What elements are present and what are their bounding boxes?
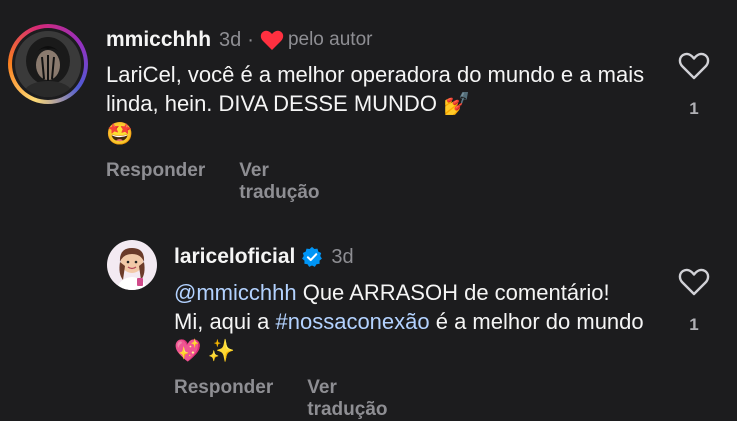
comment-header: mmicchhh 3d · pelo autor xyxy=(106,28,372,52)
username[interactable]: lariceloficial xyxy=(174,245,295,269)
sparkles-emoji: ✨ xyxy=(207,339,235,364)
nail-polish-emoji: 💅 xyxy=(443,92,471,117)
reply-button[interactable]: Responder xyxy=(106,160,205,204)
heart-outline-icon[interactable] xyxy=(678,268,710,301)
comment-text-content: LariCel, você é a melhor operadora do mu… xyxy=(106,62,645,116)
like-count: 1 xyxy=(689,99,699,118)
hashtag-link[interactable]: #nossaconexão xyxy=(276,309,430,334)
translate-button[interactable]: Ver tradução xyxy=(239,160,319,204)
like-column: 1 xyxy=(674,52,714,119)
sparkling-heart-emoji: 💖 xyxy=(174,339,202,364)
heart-filled-icon xyxy=(260,29,284,51)
like-column: 1 xyxy=(674,268,714,335)
avatar-story-ring[interactable] xyxy=(8,24,88,104)
reply-button[interactable]: Responder xyxy=(174,377,273,421)
avatar[interactable] xyxy=(107,240,157,290)
star-struck-emoji: 🤩 xyxy=(106,122,134,147)
separator: · xyxy=(247,28,254,51)
mention-link[interactable]: @mmicchhh xyxy=(174,280,297,305)
comment-text: @mmicchhh Que ARRASOH de comentário! Mi,… xyxy=(174,278,644,366)
verified-badge-icon xyxy=(301,246,323,268)
avatar xyxy=(15,31,81,97)
comment-header: lariceloficial 3d xyxy=(174,245,354,269)
comment-text: LariCel, você é a melhor operadora do mu… xyxy=(106,60,646,149)
heart-outline-icon[interactable] xyxy=(678,52,710,85)
translate-button[interactable]: Ver tradução xyxy=(307,377,387,421)
comment-actions: Responder Ver tradução xyxy=(106,160,320,204)
comment-text-content: é a melhor do mundo xyxy=(429,309,644,334)
comment-actions: Responder Ver tradução xyxy=(174,377,388,421)
timestamp: 3d xyxy=(219,28,242,51)
timestamp: 3d xyxy=(331,245,354,268)
username[interactable]: mmicchhh xyxy=(106,28,211,52)
like-count: 1 xyxy=(689,315,699,334)
liked-by-author-label: pelo autor xyxy=(287,29,373,50)
